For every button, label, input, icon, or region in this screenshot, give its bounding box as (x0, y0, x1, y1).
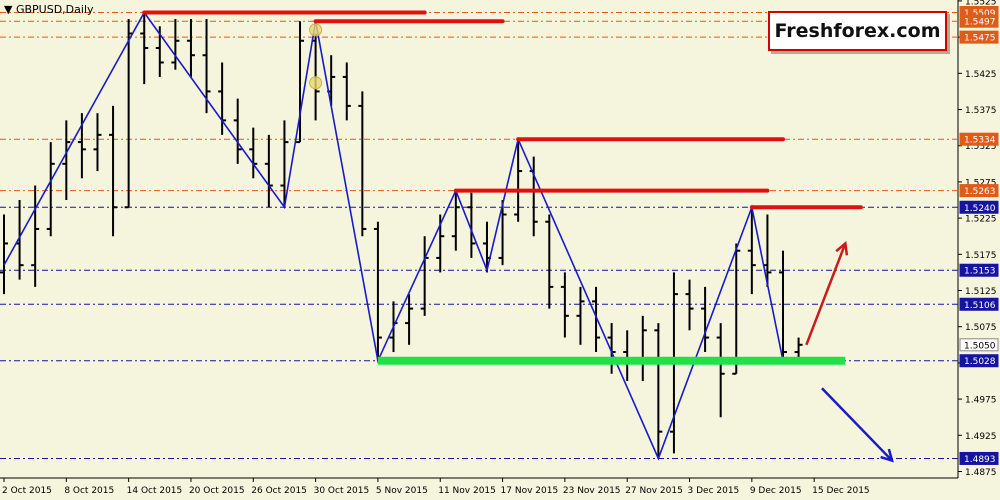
price-tag-label: 1.5334 (964, 136, 996, 146)
y-tick-label-3: 1.5375 (965, 106, 997, 116)
price-tag-2: 1.5475 (959, 30, 999, 44)
price-tag-label: 1.5028 (964, 357, 996, 367)
x-tick-label-1: 8 Oct 2015 (64, 486, 114, 496)
x-tick-label-0: 2 Oct 2015 (2, 486, 52, 496)
price-tag-label: 1.5153 (964, 267, 996, 277)
price-tag-label: 1.5106 (964, 301, 996, 311)
price-tag-1: 1.5497 (959, 14, 999, 28)
chart-background (0, 0, 1000, 500)
x-tick-label-10: 27 Nov 2015 (625, 486, 683, 496)
price-tag-3: 1.5334 (959, 132, 999, 146)
price-tag-label: 1.5263 (964, 187, 996, 197)
price-tag-9: 1.5028 (959, 354, 999, 368)
x-tick-label-13: 15 Dec 2015 (812, 486, 870, 496)
price-tag-4: 1.5263 (959, 184, 999, 198)
y-tick-label-8: 1.5125 (965, 287, 997, 297)
fractal-marker-0 (309, 23, 323, 37)
brand-label: Freshforex.com (768, 11, 947, 51)
brand-label-text: Freshforex.com (774, 20, 941, 42)
fractal-marker-1 (309, 76, 323, 90)
chart-root: 1.55251.54751.54251.53751.53251.52751.52… (0, 0, 1000, 500)
x-tick-label-9: 23 Nov 2015 (563, 486, 621, 496)
price-tag-8: 1.5050 (959, 338, 999, 352)
price-tag-10: 1.4893 (959, 451, 999, 465)
y-tick-label-12: 1.4925 (965, 432, 997, 442)
price-tag-5: 1.5240 (959, 200, 999, 214)
y-tick-label-2: 1.5425 (965, 70, 997, 80)
y-tick-label-9: 1.5075 (965, 323, 997, 333)
x-tick-label-4: 26 Oct 2015 (251, 486, 307, 496)
y-tick-label-11: 1.4975 (965, 396, 997, 406)
y-tick-label-13: 1.4875 (965, 468, 997, 478)
y-tick-label-7: 1.5175 (965, 251, 997, 261)
price-tag-label: 1.4893 (964, 455, 996, 465)
x-tick-label-5: 30 Oct 2015 (314, 486, 370, 496)
price-tag-label: 1.5497 (964, 18, 996, 28)
price-chart[interactable]: 1.55251.54751.54251.53751.53251.52751.52… (0, 0, 1000, 500)
price-tag-6: 1.5153 (959, 263, 999, 277)
x-tick-label-8: 17 Nov 2015 (501, 486, 559, 496)
x-tick-label-6: 5 Nov 2015 (376, 486, 428, 496)
x-tick-label-11: 3 Dec 2015 (688, 486, 740, 496)
x-tick-label-7: 11 Nov 2015 (438, 486, 496, 496)
price-tag-label: 1.5475 (964, 34, 996, 44)
price-tag-7: 1.5106 (959, 297, 999, 311)
y-tick-label-6: 1.5225 (965, 215, 997, 225)
x-tick-label-3: 20 Oct 2015 (189, 486, 245, 496)
x-tick-label-2: 14 Oct 2015 (127, 486, 183, 496)
chart-title[interactable]: ▼ GBPUSD,Daily (4, 3, 94, 16)
chart-title-text: GBPUSD,Daily (15, 3, 94, 16)
x-tick-label-12: 9 Dec 2015 (750, 486, 802, 496)
price-tag-label: 1.5240 (964, 204, 996, 214)
chart-title-dropdown-icon[interactable]: ▼ (4, 3, 12, 16)
price-tag-label: 1.5050 (964, 341, 996, 351)
